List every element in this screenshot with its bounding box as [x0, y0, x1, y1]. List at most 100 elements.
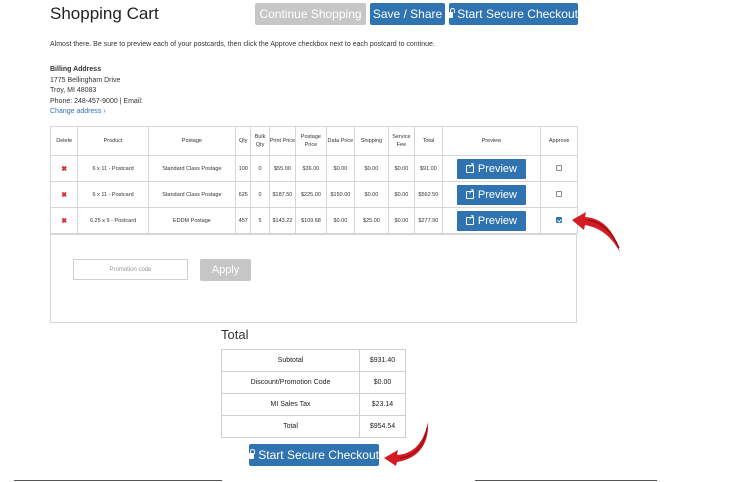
billing-heading: Billing Address — [50, 66, 102, 73]
postage-cell: Standard Class Postage — [147, 181, 237, 208]
bulk-qty-cell: 0 — [250, 181, 270, 208]
preview-cell: Preview — [441, 207, 542, 234]
continue-shopping-label: Continue Shopping — [259, 7, 362, 21]
start-checkout-button-bottom[interactable]: Start Secure Checkout — [249, 444, 379, 466]
totals-row: Discount/Promotion Code $0.00 — [221, 371, 406, 394]
bulk-qty-cell: 5 — [250, 207, 270, 234]
preview-label: Preview — [477, 188, 517, 201]
total-cell: $91.00 — [414, 155, 443, 182]
print-price-cell: $143.22 — [268, 207, 297, 234]
totals-table: Subtotal $931.40 Discount/Promotion Code $… — [221, 349, 406, 438]
col-delete: Delete — [49, 126, 79, 156]
postage-cell: EDDM Postage — [147, 207, 237, 234]
delete-x-icon[interactable]: ✖ — [61, 218, 67, 225]
print-price-cell: $187.50 — [268, 181, 297, 208]
approve-checkbox[interactable] — [556, 190, 563, 197]
col-print-price: Print Price — [268, 126, 297, 156]
print-price-cell: $55.00 — [268, 155, 297, 182]
continue-shopping-button[interactable]: Continue Shopping — [255, 3, 366, 25]
product-cell: 6 x 11 - Postcard — [77, 155, 149, 182]
promotion-code-input[interactable]: Promotion code — [73, 259, 188, 280]
preview-label: Preview — [477, 162, 517, 175]
product-cell: 6.25 x 9 - Postcard — [77, 207, 149, 234]
delete-x-icon[interactable]: ✖ — [61, 192, 67, 199]
cart-row: ✖ 6.25 x 9 - Postcard EDDM Postage 457 5… — [49, 207, 578, 234]
footer-divider — [14, 480, 222, 481]
save-share-button[interactable]: Save / Share — [370, 3, 445, 25]
start-checkout-button-top[interactable]: Start Secure Checkout — [449, 3, 578, 25]
delete-cell: ✖ — [49, 155, 79, 182]
totals-row: MI Sales Tax $23.14 — [221, 393, 406, 416]
service-fee-cell: $0.00 — [387, 207, 416, 234]
external-link-icon — [465, 187, 475, 199]
red-curved-arrow-icon — [572, 212, 620, 252]
col-postage-price: Postage Price — [295, 126, 327, 156]
shipping-cell: $0.00 — [354, 155, 389, 182]
col-data-price: Data Price — [325, 126, 356, 156]
product-cell: 6 x 11 - Postcard — [77, 181, 149, 208]
totals-label: Discount/Promotion Code — [221, 371, 360, 394]
start-checkout-label-top: Start Secure Checkout — [457, 7, 578, 21]
shipping-cell: $0.00 — [354, 181, 389, 208]
page-title: Shopping Cart — [50, 4, 159, 23]
col-shipping: Shipping — [354, 126, 389, 156]
col-preview: Preview — [441, 126, 542, 156]
preview-button[interactable]: Preview — [456, 184, 526, 205]
totals-heading: Total — [221, 327, 249, 342]
total-cell: $277.90 — [414, 207, 443, 234]
data-price-cell: $0.00 — [325, 155, 356, 182]
external-link-icon — [465, 161, 475, 173]
delete-x-icon[interactable]: ✖ — [61, 166, 67, 173]
delete-cell: ✖ — [49, 181, 79, 208]
footer-divider — [475, 480, 657, 481]
promotion-code-placeholder: Promotion code — [109, 266, 152, 273]
qty-cell: 100 — [235, 155, 252, 182]
lock-icon — [249, 449, 256, 459]
billing-city: Troy, MI 48083 — [50, 87, 97, 94]
col-postage: Postage — [147, 126, 237, 156]
cart-table: Delete Product Postage Qty Bulk Qty Prin… — [49, 126, 578, 234]
preview-cell: Preview — [441, 181, 542, 208]
col-product: Product — [77, 126, 149, 156]
totals-row: Subtotal $931.40 — [221, 349, 406, 372]
cart-row: ✖ 6 x 11 - Postcard Standard Class Posta… — [49, 181, 578, 208]
postage-price-cell: $109.68 — [295, 207, 327, 234]
totals-label: Subtotal — [221, 349, 360, 372]
totals-label: Total — [221, 415, 360, 438]
data-price-cell: $0.00 — [325, 207, 356, 234]
col-service-fee: Service Fee — [387, 126, 416, 156]
postage-price-cell: $36.00 — [295, 155, 327, 182]
total-cell: $562.50 — [414, 181, 443, 208]
bulk-qty-cell: 0 — [250, 155, 270, 182]
col-bulk-qty: Bulk Qty — [250, 126, 270, 156]
apply-button[interactable]: Apply — [200, 259, 251, 281]
billing-address: Billing Address 1775 Bellingham Drive Tr… — [50, 65, 143, 118]
postage-cell: Standard Class Postage — [147, 155, 237, 182]
col-qty: Qty — [235, 126, 252, 156]
save-share-label: Save / Share — [372, 7, 443, 21]
service-fee-cell: $0.00 — [387, 181, 416, 208]
totals-value: $23.14 — [359, 393, 406, 416]
totals-row: Total $954.54 — [221, 415, 406, 438]
col-total: Total — [414, 126, 443, 156]
totals-label: MI Sales Tax — [221, 393, 360, 416]
qty-cell: 625 — [235, 181, 252, 208]
preview-button[interactable]: Preview — [456, 210, 526, 231]
cart-header-row: Delete Product Postage Qty Bulk Qty Prin… — [49, 126, 578, 156]
approve-cell — [540, 181, 578, 208]
approve-cell — [540, 155, 578, 182]
red-curved-arrow-icon — [384, 422, 429, 466]
approve-checkbox[interactable] — [556, 216, 563, 223]
preview-cell: Preview — [441, 155, 542, 182]
qty-cell: 457 — [235, 207, 252, 234]
preview-button[interactable]: Preview — [456, 158, 526, 179]
col-approve: Approve — [540, 126, 578, 156]
service-fee-cell: $0.00 — [387, 155, 416, 182]
postage-price-cell: $225.00 — [295, 181, 327, 208]
approve-checkbox[interactable] — [556, 164, 563, 171]
delete-cell: ✖ — [49, 207, 79, 234]
billing-street: 1775 Bellingham Drive — [50, 76, 121, 84]
preview-label: Preview — [477, 214, 517, 227]
change-address-link[interactable]: Change address › — [50, 107, 143, 118]
instructions-text: Almost there. Be sure to preview each of… — [50, 41, 435, 48]
